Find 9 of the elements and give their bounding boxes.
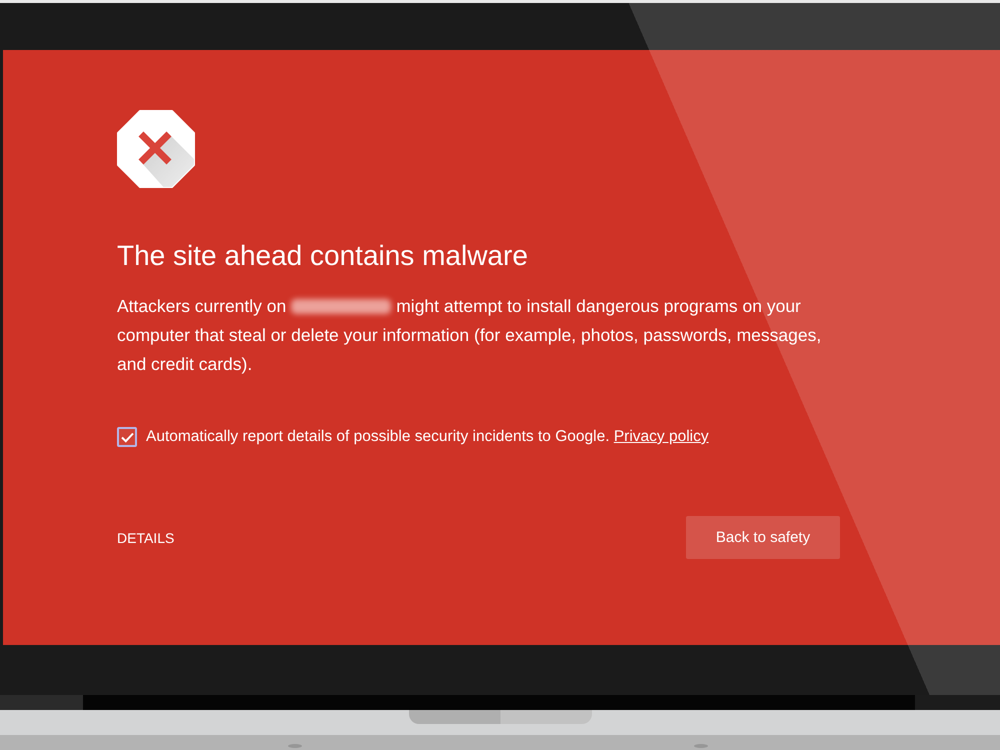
checkmark-icon <box>120 432 134 442</box>
privacy-policy-link[interactable]: Privacy policy <box>614 428 709 445</box>
report-checkbox[interactable] <box>117 427 137 447</box>
warning-description: Attackers currently on might attempt to install dangerous programs on your computer that steal or delete your information (for example, photos, passwords, messages, and credit cards). <box>117 295 822 376</box>
back-to-safety-button[interactable]: Back to safety <box>686 516 840 559</box>
report-consent-text: Automatically report details of possible security incidents to Google. Privacy policy <box>146 427 709 447</box>
error-octagon-icon <box>117 110 195 188</box>
warning-title: The site ahead contains malware <box>117 239 528 273</box>
details-link[interactable]: DETAILS <box>117 528 174 548</box>
